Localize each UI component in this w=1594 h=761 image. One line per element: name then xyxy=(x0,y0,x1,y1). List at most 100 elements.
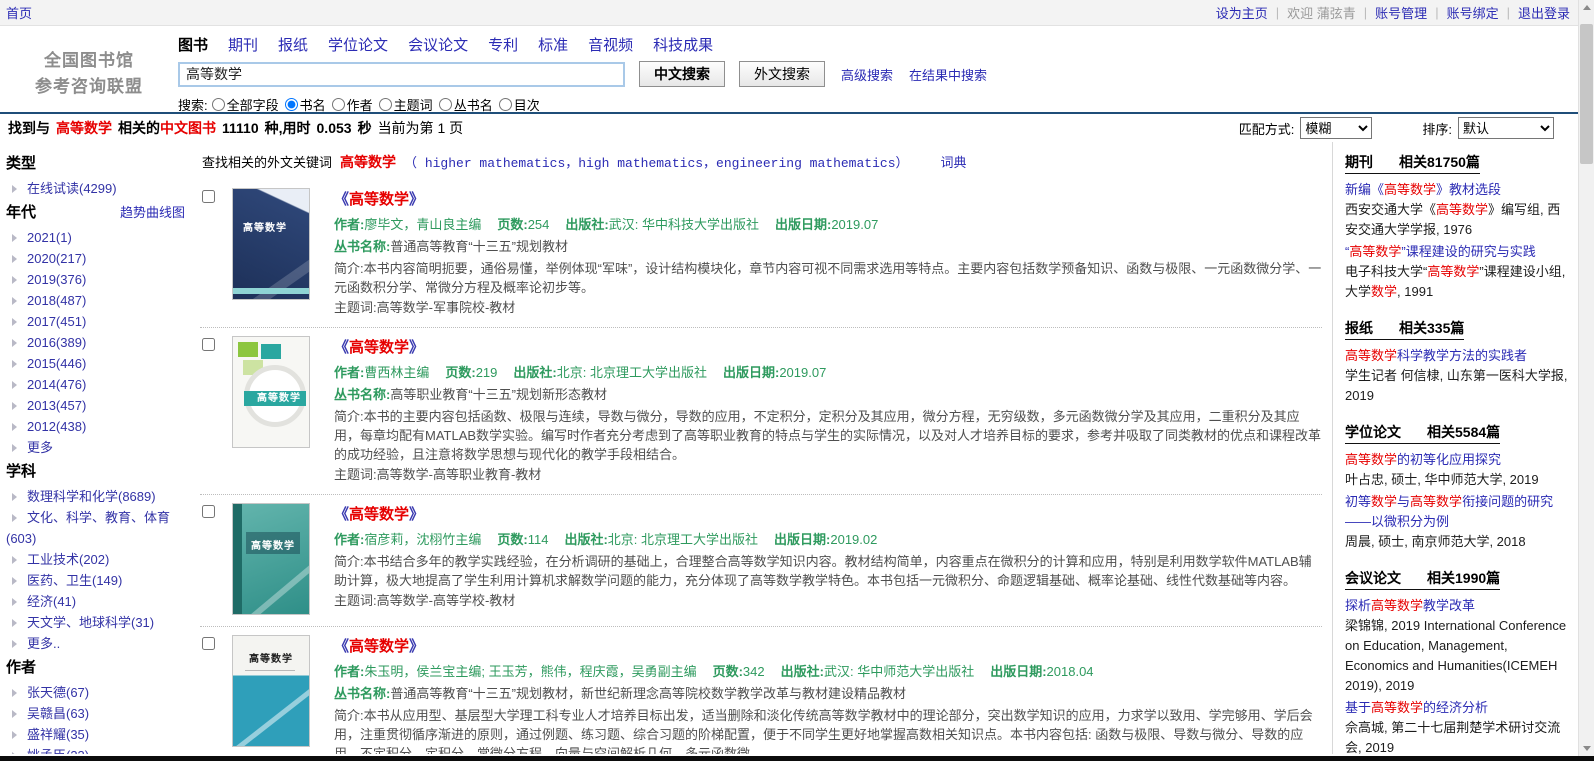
book-field-label: 作者: xyxy=(334,217,365,232)
facet-item-link[interactable]: 文化、科学、教育、体育(603) xyxy=(6,510,170,546)
facet-item-link[interactable]: 更多.. xyxy=(27,636,60,651)
book-cover[interactable]: 高等数学 xyxy=(232,188,310,300)
book-checkbox[interactable] xyxy=(202,637,215,650)
facet-item-link[interactable]: 工业技术(202) xyxy=(27,552,109,567)
tab-audio-video[interactable]: 音视频 xyxy=(588,34,633,55)
facet-item: 张天德(67) xyxy=(6,682,192,703)
search-within-results-link[interactable]: 在结果中搜索 xyxy=(909,65,987,84)
logout-link[interactable]: 退出登录 xyxy=(1518,3,1570,22)
facet-item-link[interactable]: 盛祥耀(35) xyxy=(27,727,89,742)
book-field: 作者:廖毕文，青山良主编 xyxy=(334,217,481,232)
related-entry-link[interactable]: 高等数学科学教学方法的实践者 xyxy=(1345,346,1570,366)
result-bar: 找到与 高等数学 相关的 中文图书 11110 种,用时 0.053 秒 当前为第… xyxy=(0,112,1594,142)
scope-radio[interactable] xyxy=(211,98,225,111)
scope-radio[interactable] xyxy=(498,98,512,111)
book-checkbox-cell xyxy=(202,188,232,317)
chinese-search-button[interactable]: 中文搜索 xyxy=(639,61,725,87)
book-field: 出版社:武汉: 华中师范大学出版社 xyxy=(781,664,975,679)
expand-arrow-icon xyxy=(12,689,17,697)
book-title-link[interactable]: 高等数学 xyxy=(349,506,409,523)
search-input[interactable] xyxy=(178,61,625,87)
facet-item-link[interactable]: 姚孟臣(33) xyxy=(27,748,89,754)
scope-option-丛书名[interactable]: 丛书名 xyxy=(438,95,493,114)
trend-chart-link[interactable]: 趋势曲线图 xyxy=(120,205,185,220)
account-bind-link[interactable]: 账号绑定 xyxy=(1447,3,1499,22)
book-cover[interactable]: 高等数学 xyxy=(232,635,310,747)
account-manage-link[interactable]: 账号管理 xyxy=(1375,3,1427,22)
facet-section-title: 学科 xyxy=(6,462,192,482)
facet-item-link[interactable]: 2012(438) xyxy=(27,419,86,434)
facet-item-link[interactable]: 2017(451) xyxy=(27,314,86,329)
book-cover-title: 高等数学 xyxy=(251,541,295,552)
advanced-search-link[interactable]: 高级搜索 xyxy=(841,65,893,84)
related-entry-link[interactable]: 探析高等数学教学改革 xyxy=(1345,596,1570,616)
scope-option-书名[interactable]: 书名 xyxy=(284,95,326,114)
scroll-down-arrow-icon[interactable] xyxy=(1579,740,1594,756)
book-title-link[interactable]: 高等数学 xyxy=(349,638,409,655)
facet-item-link[interactable]: 天文学、地球科学(31) xyxy=(27,615,154,630)
facet-item-link[interactable]: 2014(476) xyxy=(27,377,86,392)
scope-option-目次[interactable]: 目次 xyxy=(498,95,540,114)
tab-standards[interactable]: 标准 xyxy=(538,34,568,55)
book-checkbox[interactable] xyxy=(202,338,215,351)
book-title-link[interactable]: 高等数学 xyxy=(349,191,409,208)
tab-patents[interactable]: 专利 xyxy=(488,34,518,55)
book-cover[interactable]: 高等数学 xyxy=(232,336,310,448)
tab-theses[interactable]: 学位论文 xyxy=(328,34,388,55)
facet-item-link[interactable]: 2018(487) xyxy=(27,293,86,308)
related-entry-link[interactable]: “高等数学”课程建设的研究与实践 xyxy=(1345,242,1570,262)
facet-item-link[interactable]: 2015(446) xyxy=(27,356,86,371)
tab-books[interactable]: 图书 xyxy=(178,34,208,55)
book-checkbox[interactable] xyxy=(202,505,215,518)
home-link[interactable]: 首页 xyxy=(6,3,32,22)
facet-item-link[interactable]: 更多 xyxy=(27,440,53,455)
set-home-link[interactable]: 设为主页 xyxy=(1216,3,1268,22)
book-checkbox[interactable] xyxy=(202,190,215,203)
facet-item-link[interactable]: 数理科学和化学(8689) xyxy=(27,489,156,504)
scope-radio[interactable] xyxy=(331,98,345,111)
match-mode-select[interactable]: 模糊 xyxy=(1300,117,1373,139)
facet-item-link[interactable]: 2013(457) xyxy=(27,398,86,413)
facet-item-link[interactable]: 2021(1) xyxy=(27,230,72,245)
book-title-link[interactable]: 高等数学 xyxy=(349,339,409,356)
sort-select[interactable]: 默认 xyxy=(1458,117,1554,139)
facet-item-link[interactable]: 经济(41) xyxy=(27,594,76,609)
book-field: 出版日期:2018.04 xyxy=(990,664,1093,679)
related-entry-meta: 电子科技大学“高等数学”课程建设小组, 大学数学, 1991 xyxy=(1345,264,1566,299)
book-meta-line: 作者:廖毕文，青山良主编 页数:254 出版社:武汉: 华中科技大学出版社 出版日期:… xyxy=(334,215,1322,235)
highlighted-keyword: 高等数学 xyxy=(1371,700,1424,715)
facet-item-link[interactable]: 在线试读(4299) xyxy=(27,181,117,196)
results-main: 查找相关的外文关键词 高等数学 （ higher mathematics，hig… xyxy=(196,142,1332,754)
tab-newspapers[interactable]: 报纸 xyxy=(278,34,308,55)
facet-item-link[interactable]: 2016(389) xyxy=(27,335,86,350)
scope-option-作者[interactable]: 作者 xyxy=(331,95,373,114)
foreign-search-button[interactable]: 外文搜索 xyxy=(739,61,825,87)
scope-option-主题词[interactable]: 主题词 xyxy=(378,95,433,114)
book-field: 页数:114 xyxy=(497,532,548,547)
dictionary-link[interactable]: 词典 xyxy=(941,152,967,171)
related-entry-link[interactable]: 基于高等数学的经济分析 xyxy=(1345,698,1570,718)
scope-radio[interactable] xyxy=(438,98,452,111)
related-entry-link[interactable]: 新编《高等数学》教材选段 xyxy=(1345,180,1570,200)
related-entry-meta: 西安交通大学《高等数学》编写组, 西安交通大学学报, 1976 xyxy=(1345,202,1561,237)
scope-radio[interactable] xyxy=(378,98,392,111)
scope-option-全部字段[interactable]: 全部字段 xyxy=(211,95,279,114)
scroll-up-arrow-icon[interactable] xyxy=(1579,0,1594,16)
facet-item-link[interactable]: 张天德(67) xyxy=(27,685,89,700)
header-main: 图书期刊报纸学位论文会议论文专利标准音视频科技成果 中文搜索 外文搜索 高级搜索… xyxy=(178,32,1594,113)
scrollbar-thumb[interactable] xyxy=(1580,24,1593,164)
related-entry-link[interactable]: 初等数学与高等数学衔接问题的研究——以微积分为例 xyxy=(1345,492,1570,532)
facet-item-link[interactable]: 2020(217) xyxy=(27,251,86,266)
book-cover[interactable]: 高等数学 xyxy=(232,503,310,615)
tab-conference-papers[interactable]: 会议论文 xyxy=(408,34,468,55)
facet-item-link[interactable]: 医药、卫生(149) xyxy=(27,573,122,588)
expand-arrow-icon xyxy=(12,444,17,452)
facet-item-link[interactable]: 2019(376) xyxy=(27,272,86,287)
tab-sci-tech[interactable]: 科技成果 xyxy=(653,34,713,55)
highlighted-keyword: 高等数学 xyxy=(1349,244,1402,259)
facet-item-link[interactable]: 吴赣昌(63) xyxy=(27,706,89,721)
scope-radio[interactable] xyxy=(284,98,298,111)
related-entry-link[interactable]: 高等数学的初等化应用探究 xyxy=(1345,450,1570,470)
book-subject: 主题词:高等数学-军事院校-教材 xyxy=(334,300,516,315)
tab-journals[interactable]: 期刊 xyxy=(228,34,258,55)
